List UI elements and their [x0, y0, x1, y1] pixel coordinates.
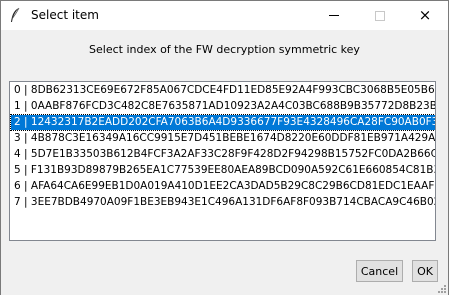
dialog-body: Select index of the FW decryption symmet…: [1, 30, 448, 295]
select-item-dialog: Select item × Select index of the FW dec…: [0, 0, 449, 295]
minimize-button[interactable]: [311, 1, 357, 30]
maximize-button[interactable]: [357, 1, 403, 30]
close-icon: ×: [418, 6, 432, 24]
cancel-button[interactable]: Cancel: [356, 260, 403, 282]
resize-grip[interactable]: [436, 283, 446, 293]
list-item[interactable]: 0 | 8DB62313CE69E672F85A067CDCE4FD11ED85…: [11, 83, 435, 98]
ok-button[interactable]: OK: [412, 260, 438, 282]
feather-icon: [11, 7, 20, 22]
list-item[interactable]: 5 | F131B93D89879B265EA1C77539EE80AEA89B…: [11, 163, 435, 178]
prompt-label: Select index of the FW decryption symmet…: [89, 43, 360, 56]
window-title: Select item: [31, 8, 99, 22]
list-item[interactable]: 1 | 0AABF876FCD3C482C8E7635871AD10923A2A…: [11, 99, 435, 114]
list-item[interactable]: 3 | 4B878C3E16349A16CC9915E7D451BEBE1674…: [11, 131, 435, 146]
list-item-selected[interactable]: 2 | 12432317B2EADD202CFA7063B6A4D9336677…: [10, 114, 435, 131]
maximize-icon: [375, 10, 385, 21]
key-listbox[interactable]: 0 | 8DB62313CE69E672F85A067CDCE4FD11ED85…: [9, 81, 436, 241]
title-bar[interactable]: Select item ×: [1, 1, 448, 30]
list-item[interactable]: 4 | 5D7E1B33503B612B4FCF3A2AF33C28F9F428…: [11, 147, 435, 162]
minimize-icon: [329, 15, 339, 16]
list-item[interactable]: 6 | AFA64CA6E99EB1D0A019A410D1EE2CA3DAD5…: [11, 179, 435, 194]
list-item[interactable]: 7 | 3EE7BDB4970A09F1BE3EB943E1C496A131DF…: [11, 195, 435, 210]
close-button[interactable]: ×: [402, 1, 448, 30]
